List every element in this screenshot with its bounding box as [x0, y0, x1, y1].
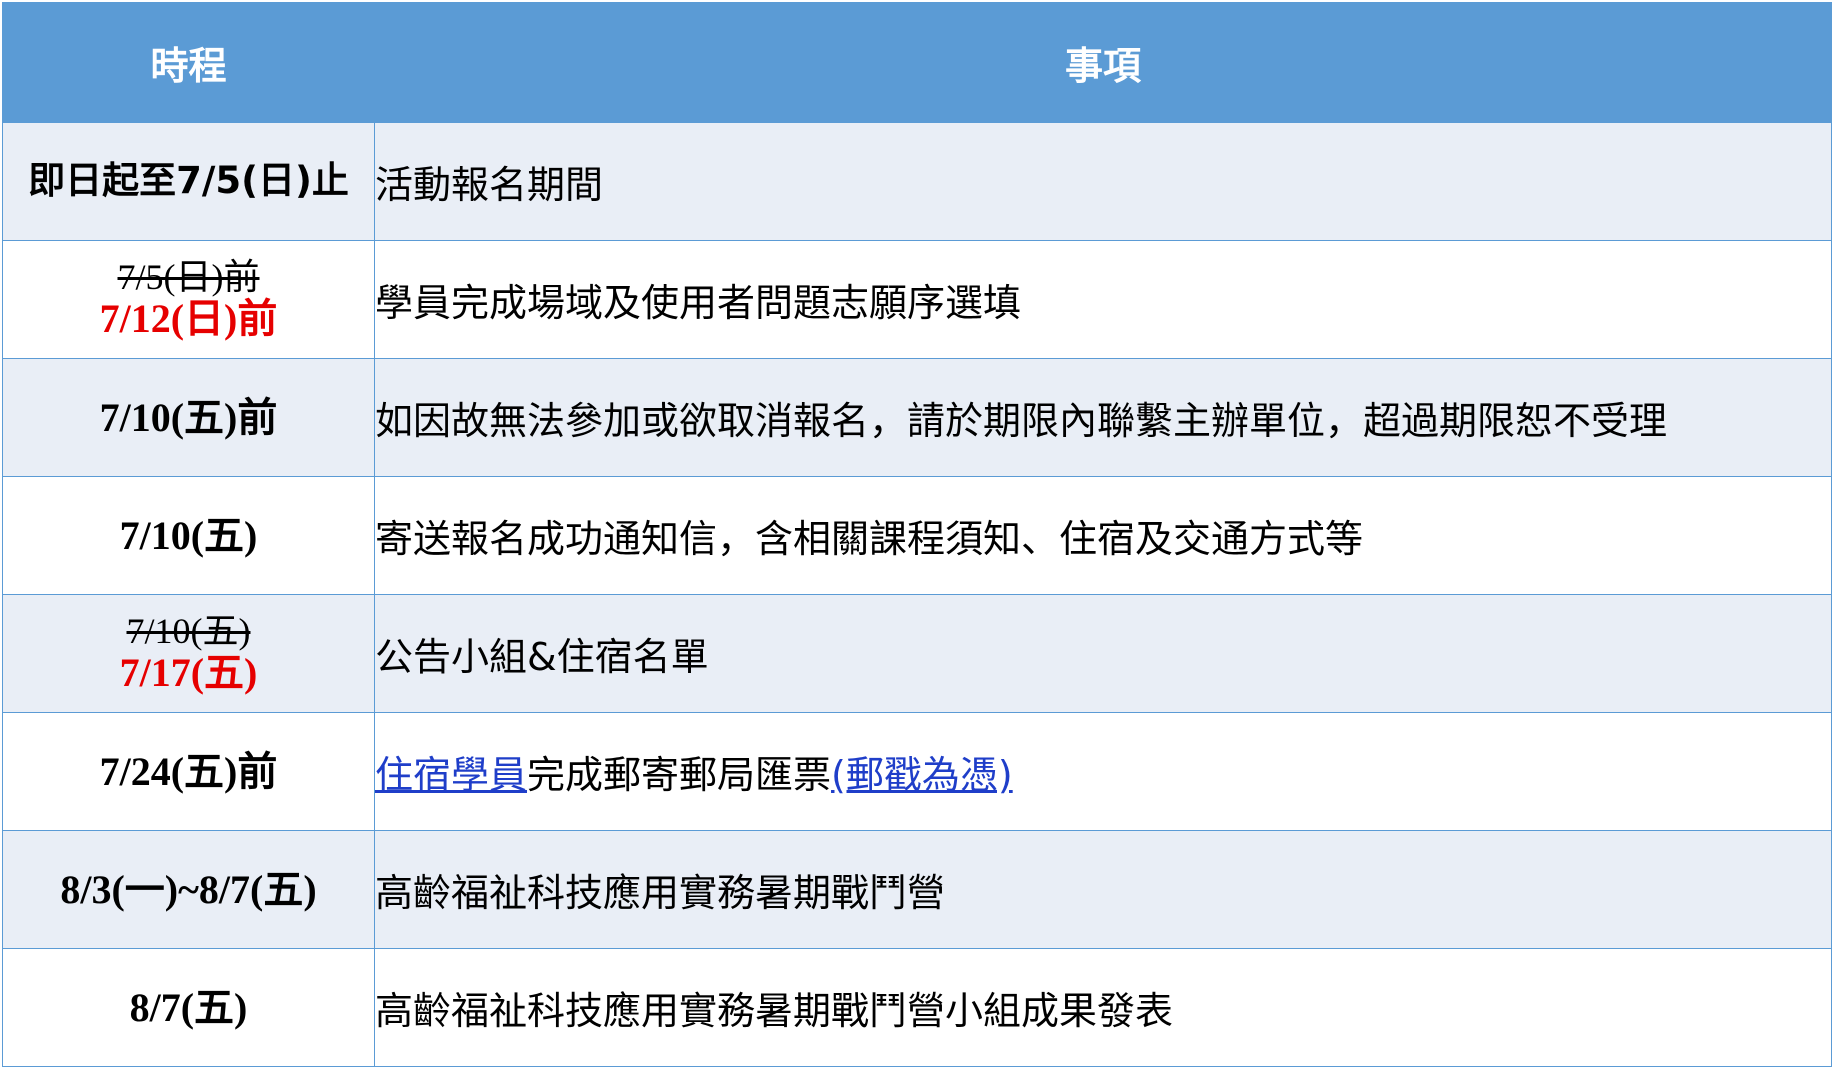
header-item: 事項 — [374, 2, 1832, 123]
time-cell: 8/7(五) — [2, 948, 375, 1067]
table-row: 8/7(五) 高齡福祉科技應用實務暑期戰鬥營小組成果發表 — [2, 948, 1832, 1067]
item-cell: 高齡福祉科技應用實務暑期戰鬥營小組成果發表 — [374, 948, 1832, 1067]
time-cell: 即日起至7/5(日)止 — [2, 122, 375, 241]
lodging-students-link[interactable]: 住宿學員 — [376, 753, 528, 797]
item-cell: 寄送報名成功通知信，含相關課程須知、住宿及交通方式等 — [374, 476, 1832, 595]
item-cell: 公告小組&住宿名單 — [374, 594, 1832, 713]
item-cell: 高齡福祉科技應用實務暑期戰鬥營 — [374, 830, 1832, 949]
time-old-struck: 7/10(五) — [126, 610, 251, 651]
table-row: 7/10(五) 寄送報名成功通知信，含相關課程須知、住宿及交通方式等 — [2, 476, 1832, 595]
item-text: 完成郵寄郵局匯票 — [527, 753, 832, 797]
item-cell: 如因故無法參加或欲取消報名，請於期限內聯繫主辦單位，超過期限恕不受理 — [374, 358, 1832, 477]
table-row: 即日起至7/5(日)止 活動報名期間 — [2, 122, 1832, 241]
table-row: 7/24(五)前 住宿學員完成郵寄郵局匯票(郵戳為憑) — [2, 712, 1832, 831]
time-new-updated: 7/12(日)前 — [99, 296, 278, 342]
time-new-updated: 7/17(五) — [119, 650, 258, 696]
time-cell: 7/10(五) 7/17(五) — [2, 594, 375, 713]
table-row: 7/10(五)前 如因故無法參加或欲取消報名，請於期限內聯繫主辦單位，超過期限恕… — [2, 358, 1832, 477]
time-cell: 7/10(五) — [2, 476, 375, 595]
time-cell: 7/10(五)前 — [2, 358, 375, 477]
table-header-row: 時程 事項 — [2, 2, 1832, 123]
table-row: 7/5(日)前 7/12(日)前 學員完成場域及使用者問題志願序選填 — [2, 240, 1832, 359]
header-time: 時程 — [2, 2, 375, 123]
postmark-link[interactable]: (郵戳為憑) — [831, 753, 1013, 797]
time-cell: 8/3(一)~8/7(五) — [2, 830, 375, 949]
table-row: 8/3(一)~8/7(五) 高齡福祉科技應用實務暑期戰鬥營 — [2, 830, 1832, 949]
time-cell: 7/5(日)前 7/12(日)前 — [2, 240, 375, 359]
item-cell: 學員完成場域及使用者問題志願序選填 — [374, 240, 1832, 359]
time-cell: 7/24(五)前 — [2, 712, 375, 831]
item-cell: 活動報名期間 — [374, 122, 1832, 241]
table-row: 7/10(五) 7/17(五) 公告小組&住宿名單 — [2, 594, 1832, 713]
schedule-table: 時程 事項 即日起至7/5(日)止 活動報名期間 7/5(日)前 7/12(日)… — [2, 2, 1832, 1067]
time-old-struck: 7/5(日)前 — [117, 256, 260, 297]
item-cell: 住宿學員完成郵寄郵局匯票(郵戳為憑) — [374, 712, 1832, 831]
